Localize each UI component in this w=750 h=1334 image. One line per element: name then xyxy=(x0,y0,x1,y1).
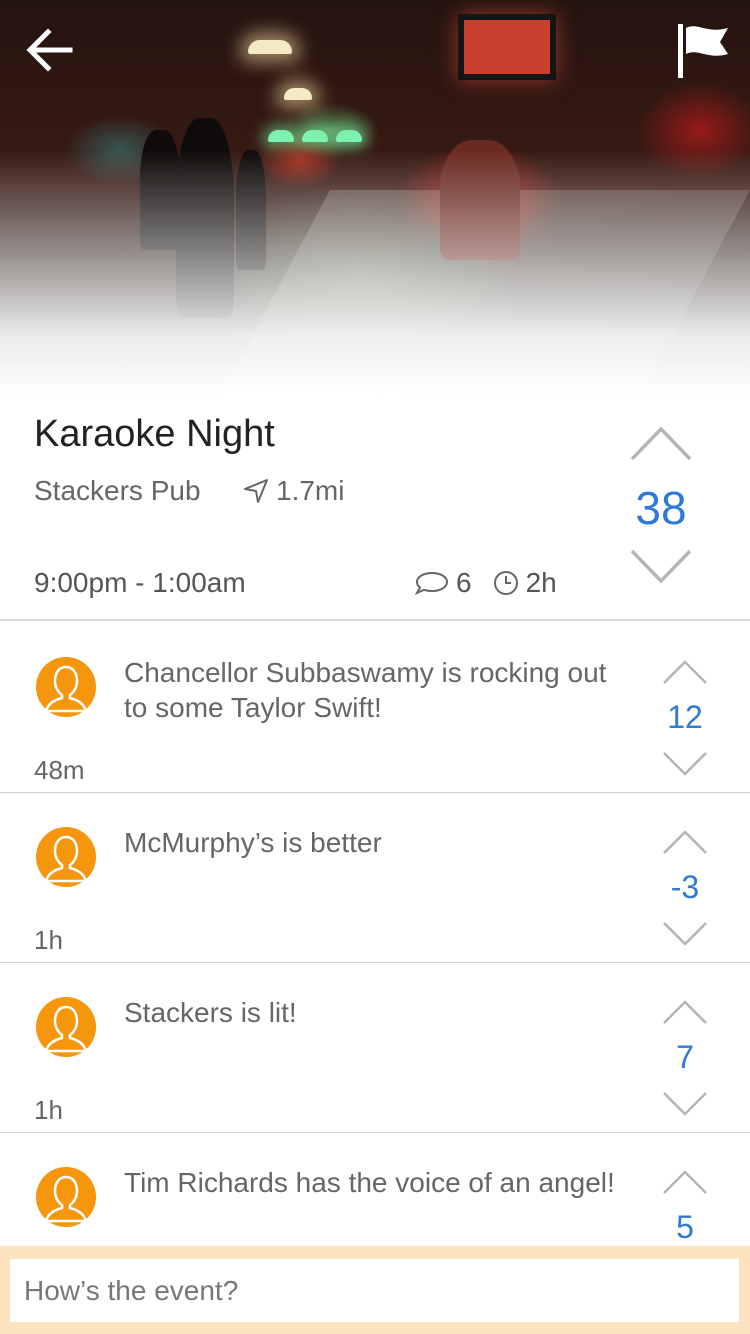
comment-text: Chancellor Subbaswamy is rocking out to … xyxy=(124,657,607,723)
avatar xyxy=(36,997,96,1057)
comment-age: 48m xyxy=(34,755,85,785)
comment-age: 1h xyxy=(34,925,63,955)
comment-vote-control: 12 xyxy=(660,659,710,779)
comment-vote-count: 12 xyxy=(667,699,703,735)
downvote-chevron-icon[interactable] xyxy=(662,921,708,947)
comment-vote-control: 5 xyxy=(660,1169,710,1247)
comment-text: Tim Richards has the voice of an angel! xyxy=(124,1167,615,1198)
avatar xyxy=(36,657,96,717)
event-hero-image xyxy=(0,0,750,395)
comment-age: 1h xyxy=(34,1095,63,1125)
upvote-chevron-icon[interactable] xyxy=(662,1169,708,1195)
distance-value: 1.7mi xyxy=(276,475,345,506)
event-age: 2h xyxy=(492,567,557,599)
report-flag-button[interactable] xyxy=(672,20,732,82)
comment-bubble-icon xyxy=(414,571,449,596)
downvote-chevron-icon[interactable] xyxy=(628,547,694,587)
comment-input[interactable] xyxy=(10,1259,739,1322)
back-button[interactable] xyxy=(22,24,78,80)
upvote-chevron-icon[interactable] xyxy=(662,829,708,855)
comment-item: Stackers is lit! 1h 7 xyxy=(0,963,750,1133)
user-silhouette-icon xyxy=(44,1005,88,1053)
flag-icon xyxy=(678,24,728,78)
upvote-chevron-icon[interactable] xyxy=(662,999,708,1025)
comment-item: Tim Richards has the voice of an angel! … xyxy=(0,1133,750,1247)
event-meta: 6 2h xyxy=(414,567,557,599)
avatar xyxy=(36,1167,96,1227)
user-silhouette-icon xyxy=(44,835,88,883)
event-age-value: 2h xyxy=(525,567,557,598)
comment-list[interactable]: Chancellor Subbaswamy is rocking out to … xyxy=(0,623,750,1247)
comment-vote-control: 7 xyxy=(660,999,710,1119)
comment-vote-count: 7 xyxy=(676,1039,694,1075)
event-vote-count: 38 xyxy=(635,482,687,534)
comment-text: McMurphy’s is better xyxy=(124,827,382,858)
downvote-chevron-icon[interactable] xyxy=(662,1091,708,1117)
event-title: Karaoke Night xyxy=(34,413,275,455)
upvote-chevron-icon[interactable] xyxy=(628,423,694,463)
location-arrow-icon xyxy=(244,479,268,503)
comment-composer xyxy=(0,1246,750,1334)
event-venue[interactable]: Stackers Pub xyxy=(34,475,201,507)
arrow-left-icon xyxy=(26,28,73,72)
event-vote-control: 38 xyxy=(624,423,698,595)
comment-vote-count: -3 xyxy=(670,869,700,905)
user-silhouette-icon xyxy=(44,665,88,713)
comment-vote-control: -3 xyxy=(660,829,710,949)
upvote-chevron-icon[interactable] xyxy=(662,659,708,685)
comment-count: 6 xyxy=(414,567,472,599)
comment-item: McMurphy’s is better 1h -3 xyxy=(0,793,750,963)
comment-text: Stackers is lit! xyxy=(124,997,297,1028)
clock-icon xyxy=(493,571,518,595)
event-time-range: 9:00pm - 1:00am xyxy=(34,567,246,598)
user-silhouette-icon xyxy=(44,1175,88,1223)
comment-count-value: 6 xyxy=(456,567,472,598)
comment-vote-count: 5 xyxy=(676,1209,694,1245)
downvote-chevron-icon[interactable] xyxy=(662,751,708,777)
comment-item: Chancellor Subbaswamy is rocking out to … xyxy=(0,623,750,793)
avatar xyxy=(36,827,96,887)
event-summary: Karaoke Night Stackers Pub 1.7mi 9:00pm … xyxy=(0,395,750,621)
event-distance: 1.7mi xyxy=(242,475,344,507)
